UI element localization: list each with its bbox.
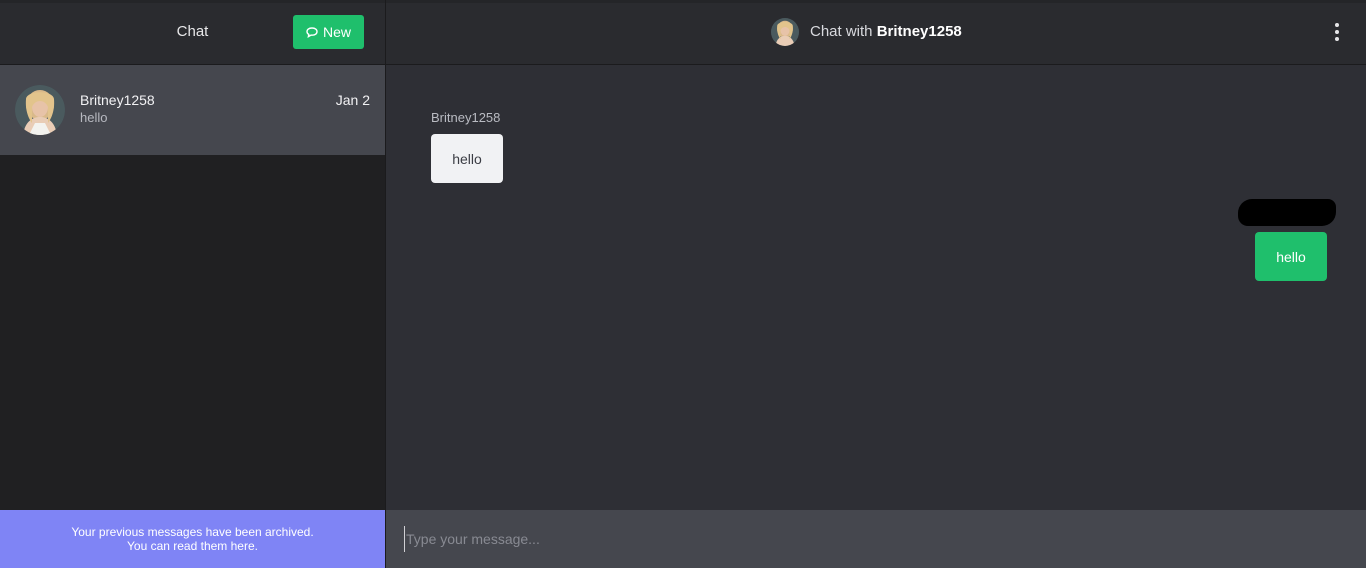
archive-banner[interactable]: Your previous messages have been archive…: [0, 510, 385, 568]
sidebar-header: Chat New: [0, 0, 385, 65]
redacted-sender-name: [1238, 199, 1336, 226]
archive-banner-line2: You can read them here.: [127, 539, 258, 553]
message-composer: [386, 510, 1366, 568]
chat-bubble-icon: [306, 26, 318, 38]
user-avatar: [15, 85, 65, 135]
conversation-preview: hello: [80, 110, 108, 125]
chat-title-username: Britney1258: [876, 23, 962, 40]
chat-title-prefix: Chat with: [810, 23, 873, 40]
new-chat-button[interactable]: New: [293, 15, 364, 49]
archive-banner-line1: Your previous messages have been archive…: [71, 525, 314, 539]
header-avatar: [771, 18, 799, 46]
outgoing-message-bubble: hello: [1255, 232, 1327, 281]
chat-panel: Chat with Britney1258 Britney1258 hello …: [385, 0, 1366, 568]
kebab-menu-icon[interactable]: [1330, 21, 1344, 43]
message-sender: Britney1258: [431, 110, 501, 125]
chat-header: Chat with Britney1258: [386, 0, 1366, 65]
chat-app: Chat New Britney1258 hello Jan 2 Your pr…: [0, 0, 1366, 568]
conversation-name: Britney1258: [80, 92, 155, 108]
incoming-message-bubble: hello: [431, 134, 503, 183]
chat-title: Chat with Britney1258: [810, 23, 962, 40]
conversation-item[interactable]: Britney1258 hello Jan 2: [0, 65, 385, 155]
sidebar: Chat New Britney1258 hello Jan 2 Your pr…: [0, 0, 385, 568]
new-button-label: New: [322, 24, 351, 40]
conversation-date: Jan 2: [335, 92, 370, 108]
message-input[interactable]: [404, 526, 1344, 552]
